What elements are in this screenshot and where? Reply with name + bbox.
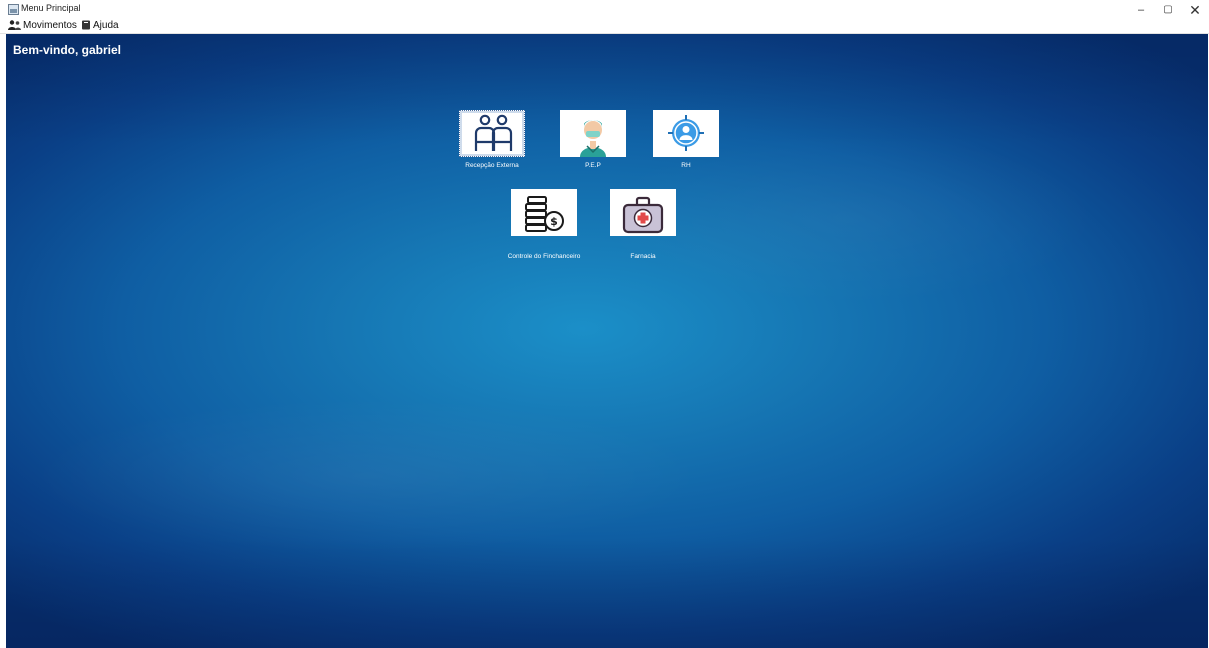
- desktop-area: Bem-vindo, gabriel Recepção Externa P.E.…: [6, 34, 1208, 648]
- window-title: Menu Principal: [21, 3, 81, 13]
- menu-movimentos-label: Movimentos: [23, 20, 77, 31]
- app-icon: [8, 4, 19, 15]
- title-bar[interactable]: Menu Principal – ▢ ✕: [0, 0, 1209, 18]
- close-button[interactable]: ✕: [1182, 2, 1208, 18]
- maximize-button[interactable]: ▢: [1155, 2, 1181, 18]
- tile-farmacia[interactable]: [610, 189, 676, 236]
- tile-controle-financeiro[interactable]: $: [511, 189, 577, 236]
- tile-pep[interactable]: [560, 110, 626, 157]
- reception-people-icon: [474, 114, 513, 151]
- menu-movimentos[interactable]: Movimentos: [8, 19, 77, 32]
- tile-recepcao-externa[interactable]: [459, 110, 525, 157]
- coins-dollar-icon: $: [525, 196, 564, 232]
- book-icon: [82, 20, 90, 30]
- svg-text:$: $: [550, 215, 558, 228]
- tile-rh-label: RH: [681, 162, 691, 169]
- welcome-message: Bem-vindo, gabriel: [13, 43, 122, 57]
- menu-ajuda[interactable]: Ajuda: [81, 19, 119, 32]
- main-window: Menu Principal – ▢ ✕ Movimentos Ajuda Be…: [0, 0, 1209, 648]
- menu-ajuda-label: Ajuda: [93, 20, 119, 31]
- tile-rh[interactable]: [653, 110, 719, 157]
- users-icon: [8, 20, 21, 30]
- tile-farmacia-label: Farnacia: [630, 253, 656, 260]
- doctor-icon: [580, 120, 606, 157]
- minimize-button[interactable]: –: [1128, 2, 1154, 18]
- menu-bar: Movimentos Ajuda: [0, 18, 1209, 34]
- first-aid-kit-icon: [622, 196, 664, 234]
- target-person-icon: [668, 115, 704, 151]
